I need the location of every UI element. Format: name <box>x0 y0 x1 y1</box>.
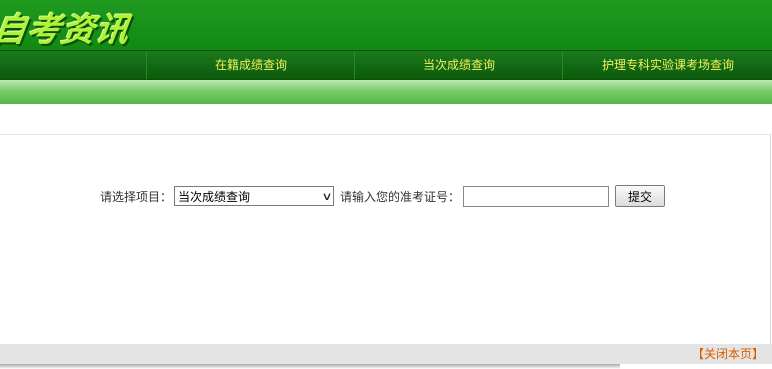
site-logo: 自考资讯 <box>0 10 133 49</box>
top-nav: 在籍成绩查询 当次成绩查询 护理专科实验课考场查询 <box>0 50 772 80</box>
close-page-link[interactable]: 【关闭本页】 <box>692 346 764 362</box>
ticket-number-label: 请输入您的准考证号： <box>340 189 461 204</box>
ticket-number-input[interactable] <box>463 185 610 207</box>
nav-item-current-score-query[interactable]: 当次成绩查询 <box>354 51 563 79</box>
project-select-value: 当次成绩查询 <box>178 189 251 204</box>
select-label: 请选择项目： <box>100 189 173 204</box>
chevron-down-icon[interactable]: ∨ <box>321 190 332 203</box>
header-banner: 自考资讯 <box>0 0 772 50</box>
project-select[interactable]: 当次成绩查询 ∨ <box>174 186 335 206</box>
decorative-band <box>0 80 772 104</box>
nav-item-nursing-lab-exam-room-query[interactable]: 护理专科实验课考场查询 <box>562 51 772 79</box>
nav-item-enrolled-score-query[interactable]: 在籍成绩查询 <box>146 51 355 79</box>
query-panel: 请选择项目： 当次成绩查询 ∨ 请输入您的准考证号： 提交 <box>0 134 771 344</box>
footer-shadow <box>0 364 620 369</box>
footer-bar: 【关闭本页】 <box>0 344 772 364</box>
submit-button[interactable]: 提交 <box>615 185 666 207</box>
query-form: 请选择项目： 当次成绩查询 ∨ 请输入您的准考证号： 提交 <box>100 184 666 208</box>
